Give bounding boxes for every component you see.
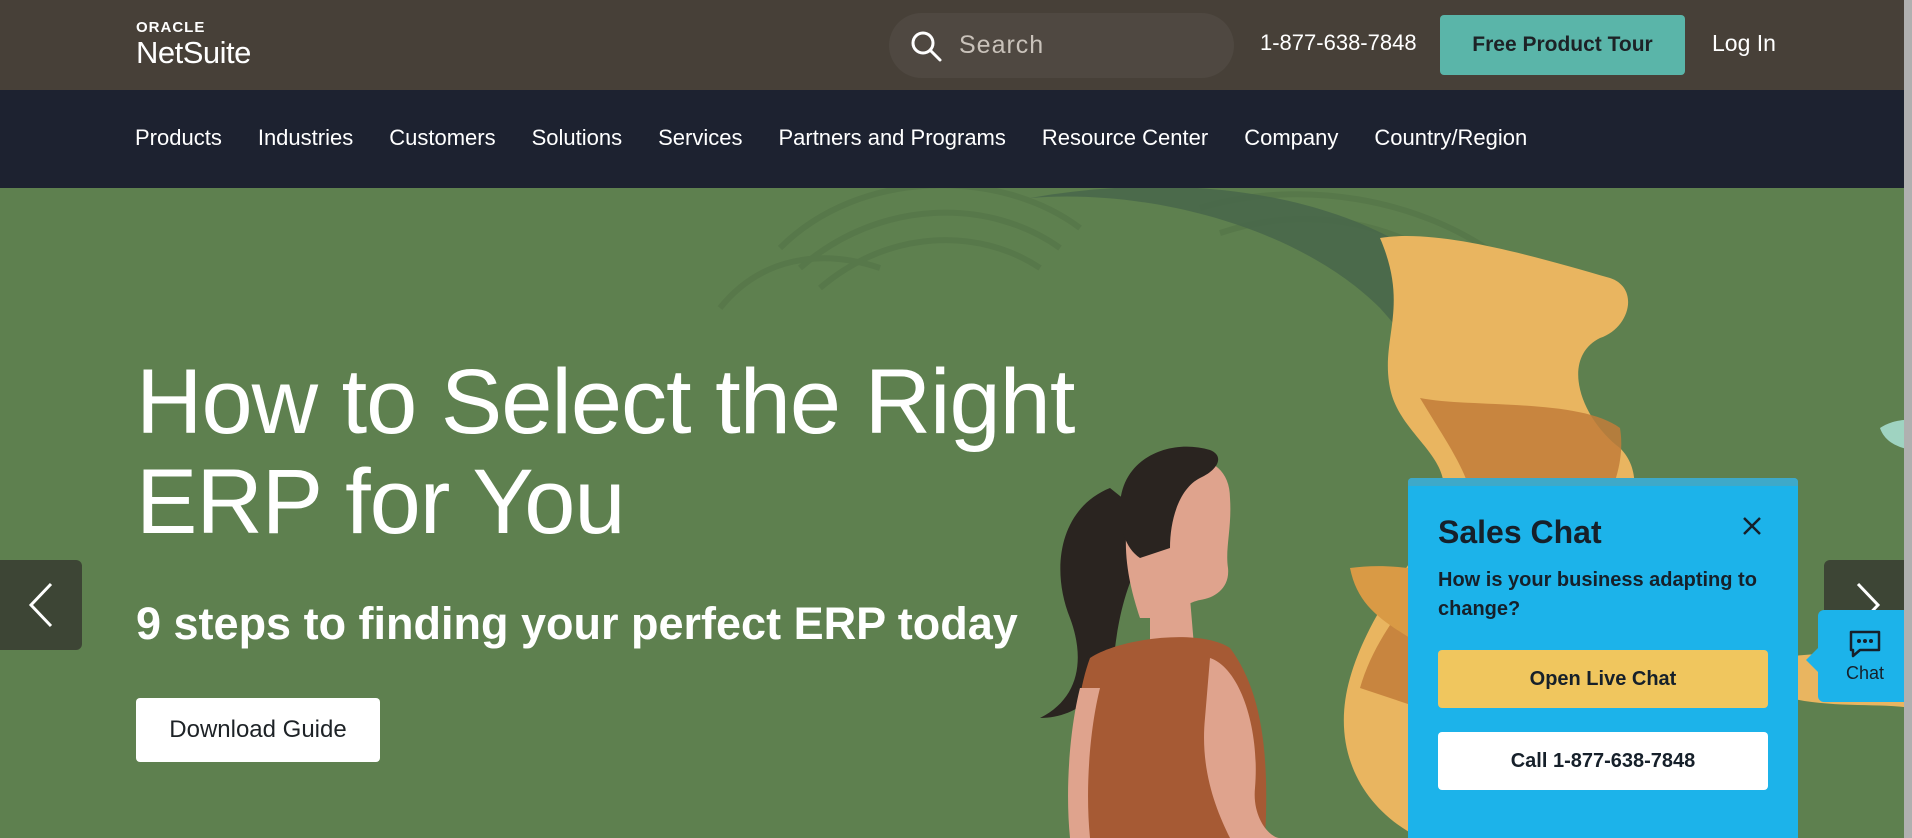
open-live-chat-button[interactable]: Open Live Chat xyxy=(1438,650,1768,708)
hero-headline-line2: ERP for You xyxy=(136,451,626,553)
carousel-prev-button[interactable] xyxy=(0,560,82,650)
close-icon xyxy=(1743,517,1761,535)
chat-launcher-button[interactable]: Chat xyxy=(1818,610,1912,702)
nav-item-products[interactable]: Products xyxy=(135,125,222,151)
main-nav: Products Industries Customers Solutions … xyxy=(0,90,1912,188)
call-sales-button[interactable]: Call 1-877-638-7848 xyxy=(1438,732,1768,790)
sales-chat-title: Sales Chat xyxy=(1438,514,1602,550)
nav-item-services[interactable]: Services xyxy=(658,125,742,151)
chat-tab-pointer xyxy=(1806,648,1818,672)
search-input[interactable] xyxy=(957,30,1207,61)
phone-number-link[interactable]: 1-877-638-7848 xyxy=(1260,30,1417,56)
popup-top-strip xyxy=(1408,478,1798,486)
nav-item-industries[interactable]: Industries xyxy=(258,125,353,151)
chevron-left-icon xyxy=(28,582,53,628)
hero-headline: How to Select the Right ERP for You xyxy=(136,351,1075,553)
search-box[interactable] xyxy=(889,13,1234,78)
close-popup-button[interactable] xyxy=(1734,508,1770,544)
hero-subheading: 9 steps to finding your perfect ERP toda… xyxy=(136,598,1018,649)
chat-bubble-icon xyxy=(1849,630,1881,657)
sales-chat-question: How is your business adapting to change? xyxy=(1438,569,1757,620)
free-product-tour-button[interactable]: Free Product Tour xyxy=(1440,15,1685,75)
netsuite-logo[interactable]: ORACLE NetSuite xyxy=(136,20,251,70)
chat-launcher-label: Chat xyxy=(1845,662,1885,683)
login-link[interactable]: Log In xyxy=(1712,30,1776,57)
logo-netsuite-text: NetSuite xyxy=(136,35,251,70)
nav-item-customers[interactable]: Customers xyxy=(389,125,495,151)
logo-oracle-text: ORACLE xyxy=(136,19,206,36)
nav-item-country-region[interactable]: Country/Region xyxy=(1374,125,1527,151)
hero-headline-line1: How to Select the Right xyxy=(136,351,1075,453)
top-bar: ORACLE NetSuite 1-877-638-7848 Free Prod… xyxy=(0,0,1912,90)
download-guide-button[interactable]: Download Guide xyxy=(136,698,380,762)
nav-item-solutions[interactable]: Solutions xyxy=(532,125,623,151)
nav-item-company[interactable]: Company xyxy=(1244,125,1338,151)
nav-item-partners[interactable]: Partners and Programs xyxy=(778,125,1005,151)
nav-item-resource-center[interactable]: Resource Center xyxy=(1042,125,1208,151)
sales-chat-popup: Sales Chat How is your business adapting… xyxy=(1408,478,1798,838)
page-scrollbar[interactable] xyxy=(1904,0,1912,838)
search-icon[interactable] xyxy=(909,29,943,63)
